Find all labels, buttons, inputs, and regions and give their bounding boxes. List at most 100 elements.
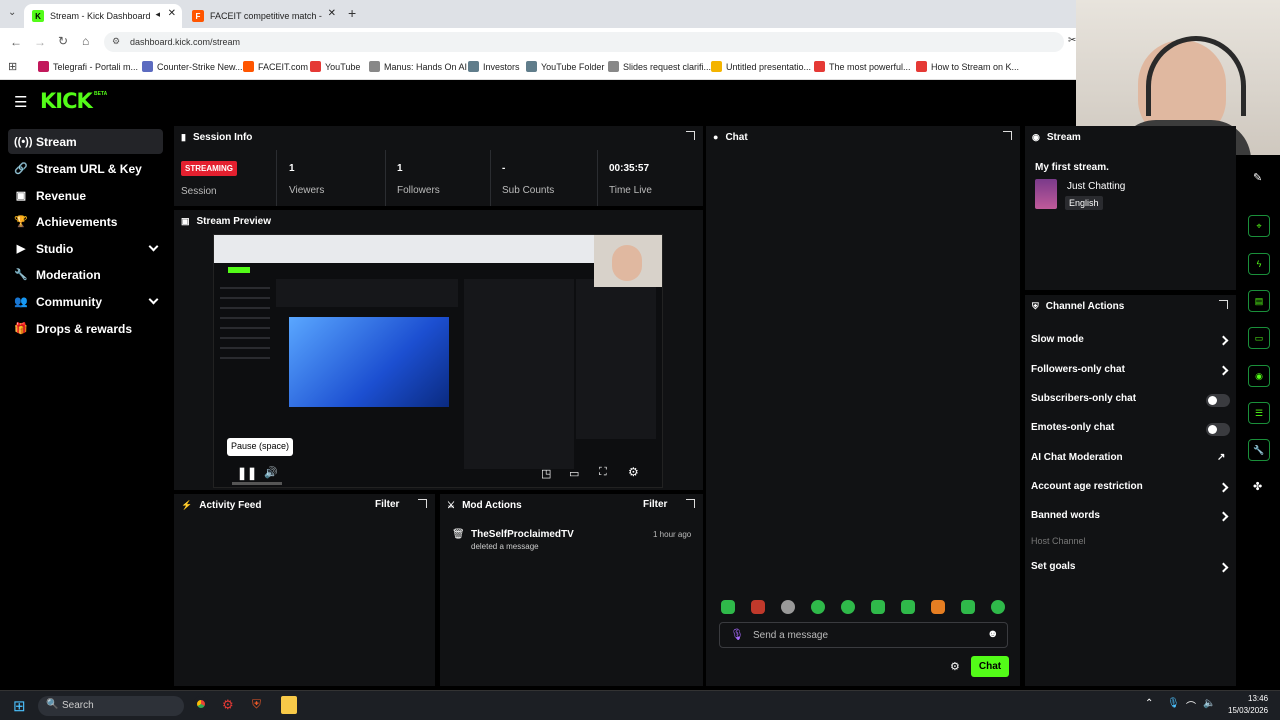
bookmark-item[interactable]: Counter-Strike New...: [142, 61, 243, 72]
popout-icon[interactable]: [1003, 131, 1012, 140]
bookmark-item[interactable]: Untitled presentatio...: [711, 61, 811, 72]
emote-icon[interactable]: [991, 600, 1005, 614]
apps-grid-icon[interactable]: ⊞: [8, 60, 17, 73]
home-icon[interactable]: ⌂: [82, 34, 89, 48]
emote-icon[interactable]: [961, 600, 975, 614]
emote-icon[interactable]: [751, 600, 765, 614]
bookmark-item[interactable]: Telegrafi - Portali m...: [38, 61, 138, 72]
tool-button-6[interactable]: ☰: [1248, 402, 1270, 424]
shield-icon: ⛨: [1032, 300, 1039, 311]
chat-send-button[interactable]: Chat: [971, 656, 1009, 677]
emotes-only-toggle[interactable]: [1206, 423, 1230, 436]
wifi-icon[interactable]: ⌒: [1186, 698, 1196, 713]
tab-search-icon[interactable]: ⌄: [8, 7, 16, 18]
sidebar-item-moderation[interactable]: 🔧 Moderation: [8, 262, 163, 287]
emote-icon[interactable]: [841, 600, 855, 614]
browser-tab-faceit[interactable]: F FACEIT competitive match - FACE ✕: [184, 4, 342, 28]
tool-button-2[interactable]: ϟ: [1248, 253, 1270, 275]
app-taskbar-icon[interactable]: ⚙: [222, 697, 234, 713]
sidebar-item-stream-url-key[interactable]: 🔗 Stream URL & Key: [8, 156, 163, 181]
bookmark-item[interactable]: The most powerful...: [814, 61, 911, 72]
kick-logo[interactable]: KICK: [40, 89, 93, 113]
ai-chat-moderation-row[interactable]: AI Chat Moderation ↗: [1031, 452, 1231, 468]
close-tab-icon[interactable]: ✕: [168, 8, 176, 19]
banned-words-row[interactable]: Banned words: [1031, 510, 1231, 526]
slow-mode-row[interactable]: Slow mode: [1031, 334, 1231, 350]
bookmark-item[interactable]: Slides request clarifi...: [608, 61, 711, 72]
microphone-tray-icon[interactable]: 🎙: [1167, 698, 1180, 709]
subscribers-only-toggle[interactable]: [1206, 394, 1230, 407]
chat-settings-icon[interactable]: ⚙: [950, 660, 960, 673]
mute-tab-icon[interactable]: ◂: [155, 9, 160, 20]
emote-icon[interactable]: [781, 600, 795, 614]
tool-button-4[interactable]: ▭: [1248, 327, 1270, 349]
forward-icon[interactable]: →: [34, 35, 46, 49]
shield-taskbar-icon[interactable]: ⛨: [252, 697, 261, 712]
emote-icon[interactable]: [721, 600, 735, 614]
popout-icon[interactable]: [686, 499, 695, 508]
pip-icon[interactable]: ◳: [541, 467, 551, 480]
set-goals-row[interactable]: Set goals: [1031, 561, 1231, 577]
edit-pencil-icon[interactable]: ✎: [1253, 171, 1262, 184]
mod-action-item[interactable]: 🗑 TheSelfProclaimedTV deleted a message …: [440, 524, 703, 554]
account-age-row[interactable]: Account age restriction: [1031, 481, 1231, 497]
sidebar-item-stream[interactable]: ((•)) Stream: [8, 129, 163, 154]
obs-taskbar-icon[interactable]: [281, 696, 297, 714]
emote-icon[interactable]: [871, 600, 885, 614]
followers-only-row[interactable]: Followers-only chat: [1031, 364, 1231, 380]
chevron-down-icon[interactable]: [148, 294, 159, 305]
settings-gear-icon[interactable]: ⚙: [628, 465, 639, 479]
new-tab-button[interactable]: +: [348, 5, 356, 21]
stream-category[interactable]: Just Chatting: [1067, 181, 1125, 192]
clock-date[interactable]: 15/03/2026: [1228, 706, 1268, 715]
sidebar-item-studio[interactable]: ▶ Studio: [8, 236, 163, 261]
sidebar-item-revenue[interactable]: ▣ Revenue: [8, 183, 163, 208]
popout-icon[interactable]: [418, 499, 427, 508]
url-field[interactable]: ⚙ dashboard.kick.com/stream: [104, 32, 1064, 52]
filter-button[interactable]: Filter: [643, 499, 667, 510]
chat-input[interactable]: 🎙 Send a message ☻: [719, 622, 1008, 648]
tool-button-5[interactable]: ◉: [1248, 365, 1270, 387]
sidebar-item-drops-rewards[interactable]: 🎁 Drops & rewards: [8, 316, 163, 341]
bookmark-item[interactable]: Investors: [468, 61, 520, 72]
chrome-taskbar-icon[interactable]: [193, 696, 209, 712]
microphone-icon[interactable]: 🎙: [730, 628, 744, 641]
emote-icon[interactable]: [811, 600, 825, 614]
bookmark-item[interactable]: YouTube Folder: [526, 61, 604, 72]
popout-icon[interactable]: [1219, 300, 1228, 309]
chevron-up-icon[interactable]: ⌃: [1145, 698, 1153, 709]
close-tab-icon[interactable]: ✕: [328, 8, 336, 19]
windows-start-icon[interactable]: ⊞: [13, 697, 26, 715]
emote-icon[interactable]: [931, 600, 945, 614]
tool-button-3[interactable]: ▤: [1248, 290, 1270, 312]
bookmark-item[interactable]: YouTube: [310, 61, 360, 72]
emote-icon[interactable]: [901, 600, 915, 614]
filter-button[interactable]: Filter: [375, 499, 399, 510]
tool-button-1[interactable]: ⌖: [1248, 215, 1270, 237]
sidebar-item-community[interactable]: 👥 Community: [8, 289, 163, 314]
theater-mode-icon[interactable]: ▭: [569, 467, 579, 480]
volume-icon[interactable]: 🔊: [264, 466, 278, 479]
popout-icon[interactable]: [686, 131, 695, 140]
bookmark-item[interactable]: FACEIT.com: [243, 61, 308, 72]
bookmark-item[interactable]: Manus: Hands On AI: [369, 61, 467, 72]
volume-slider[interactable]: [232, 482, 282, 485]
menu-hamburger-icon[interactable]: ☰: [14, 93, 27, 111]
clock-time[interactable]: 13:46: [1248, 694, 1268, 703]
chevron-down-icon[interactable]: [148, 241, 159, 252]
pause-icon[interactable]: ❚❚: [237, 466, 257, 480]
bookmark-item[interactable]: How to Stream on K...: [916, 61, 1019, 72]
trophy-icon: 🏆: [14, 216, 28, 228]
volume-tray-icon[interactable]: 🔈: [1203, 698, 1215, 709]
back-icon[interactable]: ←: [10, 35, 22, 49]
sidebar-item-achievements[interactable]: 🏆 Achievements: [8, 209, 163, 234]
mod-action-user[interactable]: TheSelfProclaimedTV: [471, 529, 574, 540]
puzzle-icon[interactable]: ✤: [1253, 480, 1262, 493]
site-info-icon[interactable]: ⚙: [112, 36, 120, 47]
emoji-picker-icon[interactable]: ☻: [987, 628, 999, 640]
tool-button-7[interactable]: 🔧: [1248, 439, 1270, 461]
browser-tab-kick[interactable]: K Stream - Kick Dashboard ◂ ✕: [24, 4, 182, 28]
fullscreen-icon[interactable]: ⛶: [599, 466, 607, 479]
reload-icon[interactable]: ↻: [58, 34, 68, 48]
taskbar-search[interactable]: 🔍 Search: [38, 696, 184, 716]
